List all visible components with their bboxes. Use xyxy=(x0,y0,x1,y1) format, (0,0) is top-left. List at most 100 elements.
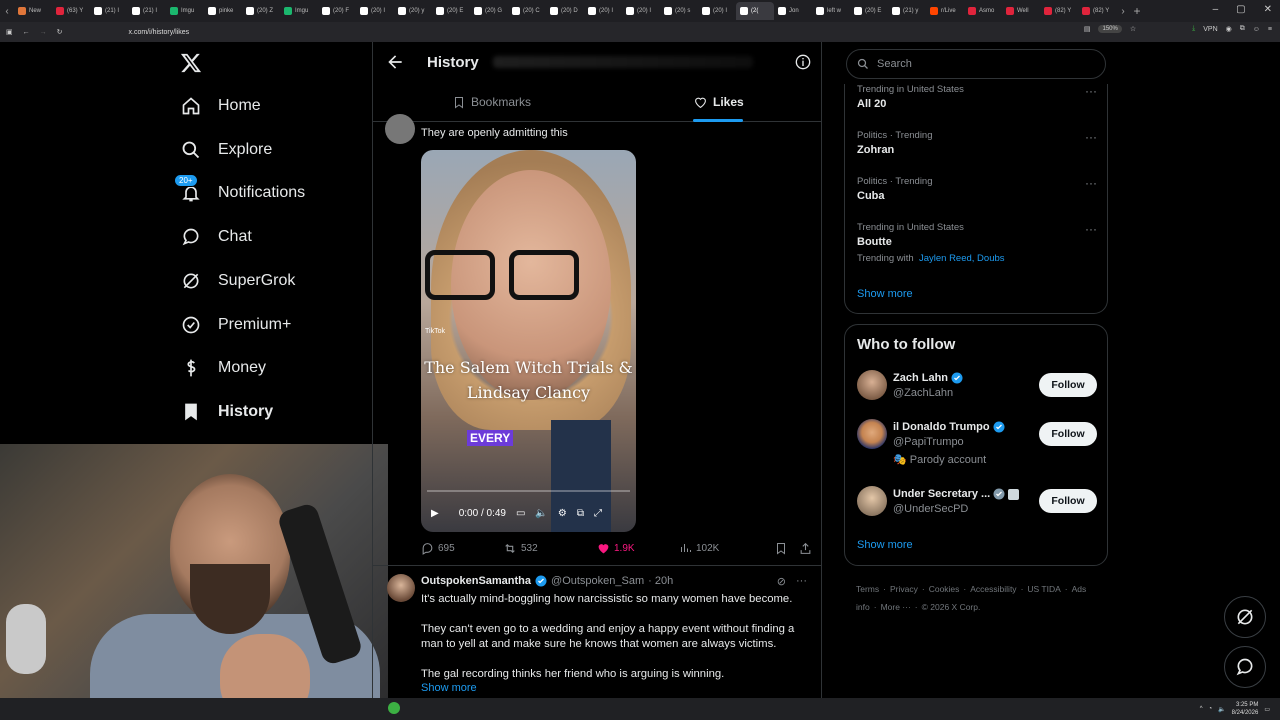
browser-tab[interactable]: Well xyxy=(1002,2,1040,20)
search-input[interactable]: Search xyxy=(846,49,1106,79)
show-more-link[interactable]: Show more xyxy=(421,682,477,694)
follow-button[interactable]: Follow xyxy=(1039,422,1097,446)
views-button[interactable]: 102K xyxy=(679,542,773,554)
browser-tab[interactable]: pinke xyxy=(204,2,242,20)
nav-item-chat[interactable]: Chat xyxy=(180,217,252,257)
play-icon[interactable]: ▶ xyxy=(431,508,439,519)
author-handle[interactable]: @Outspoken_Sam xyxy=(551,575,644,587)
system-clock[interactable]: 3:25 PM 8/24/2026 xyxy=(1232,701,1259,717)
url-field[interactable]: x.com/i/history/likes xyxy=(129,29,190,36)
nav-item-notifications[interactable]: 20+ Notifications xyxy=(174,173,305,213)
browser-tab[interactable]: (20) D xyxy=(546,2,584,20)
footer-link[interactable]: Cookies xyxy=(929,584,960,594)
browser-tab[interactable]: r/Live xyxy=(926,2,964,20)
browser-tab[interactable]: (20) F xyxy=(318,2,356,20)
back-icon[interactable]: ← xyxy=(23,29,30,36)
browser-tab[interactable]: (2( xyxy=(736,2,774,20)
browser-tab[interactable]: (20) y xyxy=(394,2,432,20)
nav-item-supergrok[interactable]: SuperGrok xyxy=(180,261,295,301)
network-icon[interactable]: ◔ xyxy=(1209,706,1213,712)
tab-likes[interactable]: Likes xyxy=(694,95,744,109)
tab-scroll-right-icon[interactable]: › xyxy=(1116,6,1130,17)
settings-icon[interactable]: ⚙ xyxy=(558,508,567,519)
browser-tab[interactable]: (20) I xyxy=(356,2,394,20)
grok-floating-button[interactable] xyxy=(1224,596,1266,638)
back-arrow-icon[interactable] xyxy=(385,52,405,72)
browser-tab[interactable]: Imgu xyxy=(166,2,204,20)
download-icon[interactable]: ⤓ xyxy=(1192,25,1195,33)
browser-tab[interactable]: (20) s xyxy=(660,2,698,20)
avatar[interactable] xyxy=(857,370,887,400)
share-icon[interactable] xyxy=(799,542,812,555)
who-to-follow-show-more[interactable]: Show more xyxy=(857,539,913,551)
maximize-icon[interactable]: ▢ xyxy=(1236,4,1245,15)
browser-tab[interactable]: (20) E xyxy=(432,2,470,20)
browser-tab[interactable]: (20) I xyxy=(698,2,736,20)
author-name[interactable]: OutspokenSamantha xyxy=(421,575,531,587)
follow-suggestion[interactable]: Zach Lahn @ZachLahn Follow xyxy=(857,370,1097,410)
trend-item[interactable]: Politics · Trending Zohran ··· xyxy=(857,130,1097,156)
browser-tab[interactable]: (21) I xyxy=(90,2,128,20)
avatar[interactable] xyxy=(387,574,415,602)
nav-item-premium[interactable]: Premium+ xyxy=(180,305,291,345)
browser-tab[interactable]: left w xyxy=(812,2,850,20)
browser-tab[interactable]: (82) Y xyxy=(1078,2,1116,20)
browser-tab[interactable]: (20) E xyxy=(850,2,888,20)
pip-icon[interactable]: ⧉ xyxy=(577,508,584,519)
reply-button[interactable]: 695 xyxy=(421,542,503,555)
browser-tab[interactable]: Imgu xyxy=(280,2,318,20)
fullscreen-icon[interactable]: ⤢ xyxy=(594,508,602,519)
more-options-icon[interactable]: ··· xyxy=(1085,130,1097,144)
avatar[interactable] xyxy=(385,114,415,144)
video-player[interactable]: TikTok The Salem Witch Trials & Lindsay … xyxy=(421,150,636,532)
volume-icon[interactable]: 🔈 xyxy=(535,508,547,519)
footer-link[interactable]: © 2026 X Corp. xyxy=(922,602,981,612)
bookmark-star-icon[interactable]: ☆ xyxy=(1130,25,1136,33)
browser-tab[interactable]: (21) I xyxy=(128,2,166,20)
nav-item-history[interactable]: History xyxy=(180,392,273,432)
browser-tab[interactable]: (63) Y xyxy=(52,2,90,20)
trend-item[interactable]: Trending in United States All 20 ··· xyxy=(857,84,1097,110)
volume-icon[interactable]: 🔈 xyxy=(1218,706,1225,713)
browser-tab[interactable]: (20) Z xyxy=(242,2,280,20)
zoom-level[interactable]: 150% xyxy=(1098,25,1122,33)
browser-tab[interactable]: Asmo xyxy=(964,2,1002,20)
browser-tab[interactable]: (20) I xyxy=(584,2,622,20)
more-options-icon[interactable]: ··· xyxy=(796,575,807,588)
nav-item-home[interactable]: Home xyxy=(180,86,261,126)
more-options-icon[interactable]: ··· xyxy=(1085,84,1097,98)
info-icon[interactable] xyxy=(795,54,811,70)
trend-related-links[interactable]: Jaylen Reed, Doubs xyxy=(919,253,1005,264)
tweet-time[interactable]: · 20h xyxy=(648,575,673,587)
sidebar-toggle-icon[interactable]: ▣ xyxy=(6,28,13,36)
trend-item[interactable]: Politics · Trending Cuba ··· xyxy=(857,176,1097,202)
avatar[interactable] xyxy=(857,419,887,449)
account-icon[interactable]: ◉ xyxy=(1226,25,1232,33)
trends-show-more[interactable]: Show more xyxy=(857,288,913,300)
browser-tab[interactable]: (82) Y xyxy=(1040,2,1078,20)
notifications-icon[interactable]: ▭ xyxy=(1264,706,1270,713)
like-button[interactable]: 1.9K xyxy=(597,542,679,554)
footer-link[interactable]: US TIDA xyxy=(1027,584,1060,594)
grok-icon[interactable]: ⊘ xyxy=(777,575,786,588)
app-icon[interactable] xyxy=(388,702,400,714)
trend-item[interactable]: Trending in United States Boutte Trendin… xyxy=(857,222,1097,264)
close-window-icon[interactable]: ✕ xyxy=(1264,4,1272,15)
follow-button[interactable]: Follow xyxy=(1039,373,1097,397)
nav-item-explore[interactable]: Explore xyxy=(180,130,272,170)
footer-link[interactable]: Terms xyxy=(856,584,879,594)
reload-icon[interactable]: ↻ xyxy=(57,28,63,36)
extensions-icon[interactable]: ⧉ xyxy=(1240,25,1245,33)
video-progress-bar[interactable] xyxy=(427,490,630,492)
tab-bookmarks[interactable]: Bookmarks xyxy=(453,95,531,109)
follow-suggestion[interactable]: il Donaldo Trumpo @PapiTrumpo 🎭 Parody a… xyxy=(857,419,1097,475)
minimize-icon[interactable]: – xyxy=(1213,4,1219,15)
browser-tab[interactable]: Jon xyxy=(774,2,812,20)
vpn-badge[interactable]: VPN xyxy=(1203,26,1217,33)
browser-tab[interactable]: (20) G xyxy=(470,2,508,20)
more-options-icon[interactable]: ··· xyxy=(1085,176,1097,190)
forward-icon[interactable]: → xyxy=(40,29,47,36)
follow-button[interactable]: Follow xyxy=(1039,489,1097,513)
messages-floating-button[interactable] xyxy=(1224,646,1266,688)
x-logo-icon[interactable] xyxy=(180,52,202,74)
